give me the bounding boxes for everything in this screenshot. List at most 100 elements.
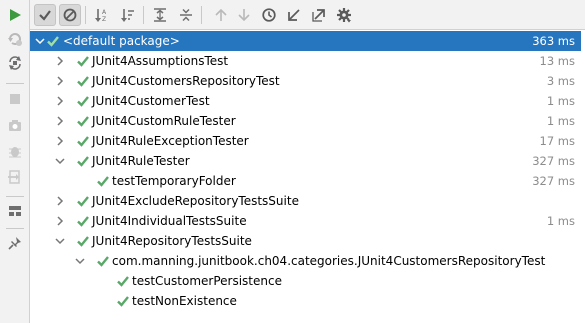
passed-check-icon	[77, 196, 89, 207]
test-results-tree: <default package> 363 ms JUnit4Assumptions…	[30, 30, 585, 323]
import-tests-button[interactable]	[283, 4, 305, 26]
passed-check-icon	[47, 36, 59, 47]
chevron-down-icon[interactable]	[34, 35, 46, 47]
duration-label: 363 ms	[532, 34, 575, 48]
passed-check-icon	[97, 176, 109, 187]
stop-icon[interactable]	[4, 88, 26, 110]
duration-label: 1 ms	[546, 214, 575, 228]
passed-check-icon	[77, 116, 89, 127]
toolbar-separator	[85, 6, 86, 24]
test-runner-panel: AZ <default package> 363 ms JUnit4Assump…	[0, 0, 585, 323]
chevron-right-icon[interactable]	[54, 95, 66, 107]
chevron-down-icon[interactable]	[54, 155, 66, 167]
tree-row[interactable]: JUnit4RuleExceptionTester 17 ms	[30, 131, 585, 151]
layout-icon[interactable]	[4, 200, 26, 222]
svg-text:Z: Z	[102, 16, 106, 23]
svg-text:A: A	[102, 9, 107, 16]
tree-row[interactable]: testNonExistence	[30, 291, 585, 311]
camera-icon[interactable]	[4, 114, 26, 136]
exit-icon[interactable]	[4, 166, 26, 188]
chevron-right-icon[interactable]	[54, 115, 66, 127]
duration-label: 327 ms	[532, 154, 575, 168]
expand-all-button[interactable]	[149, 4, 171, 26]
test-name: JUnit4CustomerTest	[92, 94, 210, 108]
tree-row[interactable]: testCustomerPersistence	[30, 271, 585, 291]
passed-check-icon	[117, 296, 129, 307]
chevron-right-icon[interactable]	[54, 75, 66, 87]
arrow-up-icon	[215, 8, 227, 21]
export-tests-button[interactable]	[308, 4, 330, 26]
chevron-down-icon[interactable]	[74, 255, 86, 267]
chevron-right-icon[interactable]	[54, 55, 66, 67]
test-name: com.manning.junitbook.ch04.categories.JU…	[112, 254, 546, 268]
test-name: JUnit4RuleExceptionTester	[92, 134, 249, 148]
tree-row[interactable]: JUnit4CustomersRepositoryTest 3 ms	[30, 71, 585, 91]
tree-row[interactable]: JUnit4RepositoryTestsSuite	[30, 231, 585, 251]
test-history-button[interactable]	[258, 4, 280, 26]
passed-check-icon	[77, 156, 89, 167]
arrow-down-icon	[238, 9, 250, 22]
tree-row[interactable]: com.manning.junitbook.ch04.categories.JU…	[30, 251, 585, 271]
passed-check-icon	[77, 216, 89, 227]
left-toolbar-separator	[6, 196, 24, 197]
tree-row[interactable]: JUnit4CustomRuleTester 1 ms	[30, 111, 585, 131]
chevron-right-icon[interactable]	[54, 135, 66, 147]
test-name: JUnit4RepositoryTestsSuite	[92, 234, 252, 248]
duration-label: 1 ms	[546, 94, 575, 108]
tree-row[interactable]: JUnit4RuleTester 327 ms	[30, 151, 585, 171]
tree-row[interactable]: JUnit4AssumptionsTest 13 ms	[30, 51, 585, 71]
test-name: testTemporaryFolder	[112, 174, 236, 188]
show-ignored-toggle[interactable]	[59, 4, 81, 26]
passed-check-icon	[77, 236, 89, 247]
tree-row[interactable]: JUnit4IndividualTestsSuite 1 ms	[30, 211, 585, 231]
auto-test-icon[interactable]	[4, 52, 26, 74]
cancel-circle-icon	[63, 8, 77, 22]
test-name: <default package>	[63, 34, 180, 48]
sort-alphabetically-button[interactable]: AZ	[91, 4, 113, 26]
history-clock-icon	[262, 8, 276, 22]
left-toolbar-separator	[6, 83, 24, 84]
left-toolbar-separator	[6, 228, 24, 229]
sort-duration-icon	[121, 9, 134, 22]
test-name: JUnit4IndividualTestsSuite	[92, 214, 247, 228]
collapse-all-button[interactable]	[175, 4, 197, 26]
left-toolbar	[0, 0, 30, 323]
duration-label: 13 ms	[539, 54, 575, 68]
chevron-right-icon[interactable]	[54, 215, 66, 227]
rerun-failed-icon[interactable]	[4, 28, 26, 50]
passed-check-icon	[77, 56, 89, 67]
test-name: testCustomerPersistence	[132, 274, 282, 288]
sort-alpha-icon: AZ	[95, 9, 107, 23]
passed-check-icon	[77, 136, 89, 147]
import-arrow-icon	[288, 9, 300, 21]
duration-label: 1 ms	[546, 114, 575, 128]
top-toolbar: AZ	[30, 0, 585, 30]
tree-row-selected[interactable]: <default package> 363 ms	[30, 31, 585, 51]
test-name: JUnit4AssumptionsTest	[92, 54, 229, 68]
test-name: JUnit4ExcludeRepositoryTestsSuite	[92, 194, 299, 208]
previous-failed-button[interactable]	[210, 4, 232, 26]
toolbar-separator	[201, 6, 202, 24]
next-failed-button[interactable]	[233, 4, 255, 26]
gear-icon	[337, 8, 351, 23]
check-icon	[39, 10, 51, 21]
chevron-right-icon[interactable]	[54, 195, 66, 207]
duration-label: 3 ms	[546, 74, 575, 88]
tree-row[interactable]: testTemporaryFolder 327 ms	[30, 171, 585, 191]
duration-label: 17 ms	[539, 134, 575, 148]
scrollbar-track[interactable]	[581, 30, 585, 323]
pin-icon[interactable]	[4, 232, 26, 254]
tree-row[interactable]: JUnit4CustomerTest 1 ms	[30, 91, 585, 111]
tree-row[interactable]: JUnit4ExcludeRepositoryTestsSuite	[30, 191, 585, 211]
bug-icon[interactable]	[4, 140, 26, 162]
sort-by-duration-button[interactable]	[117, 4, 139, 26]
test-name: JUnit4RuleTester	[92, 154, 190, 168]
settings-button[interactable]	[333, 4, 355, 26]
passed-check-icon	[77, 96, 89, 107]
run-play-icon[interactable]	[4, 4, 26, 26]
passed-check-icon	[117, 276, 129, 287]
toolbar-separator	[143, 6, 144, 24]
show-passed-toggle[interactable]	[34, 4, 56, 26]
passed-check-icon	[77, 76, 89, 87]
chevron-down-icon[interactable]	[54, 235, 66, 247]
